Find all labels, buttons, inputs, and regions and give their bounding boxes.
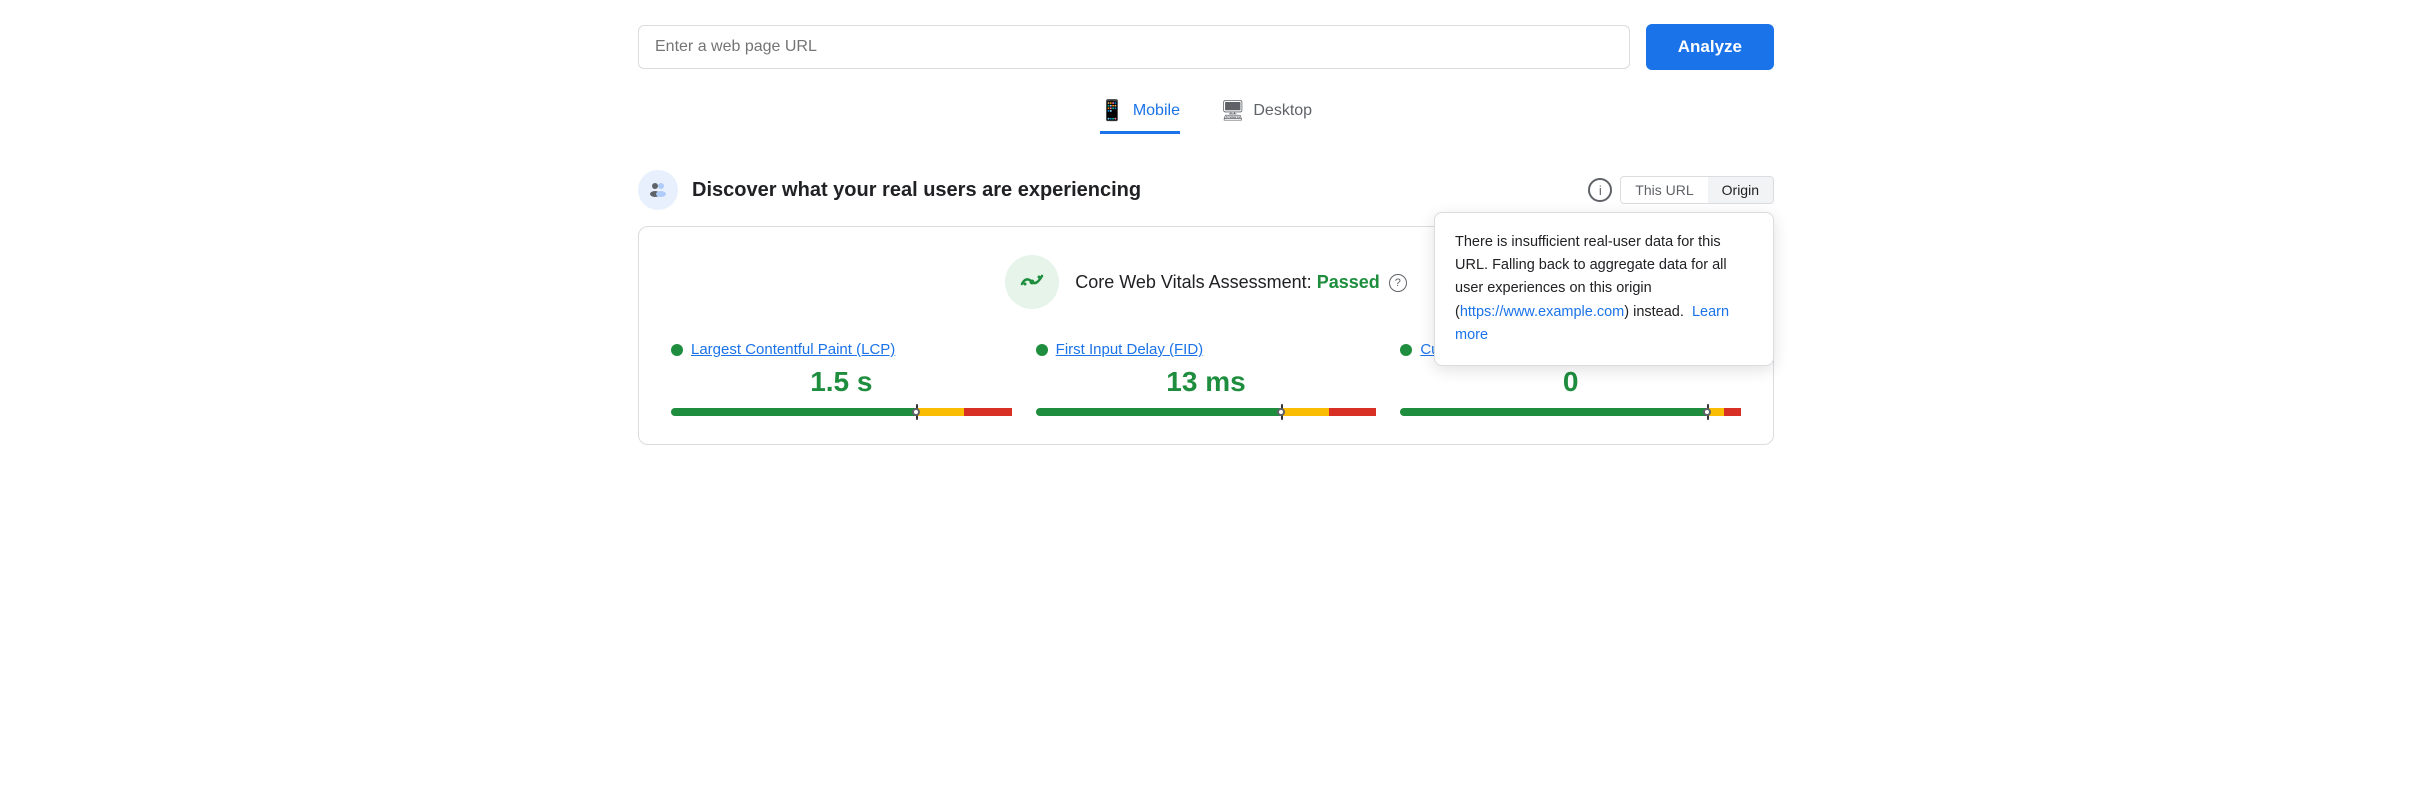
search-bar: https://www.example.com/page1 Analyze — [638, 24, 1774, 70]
metric-lcp-marker-dot — [912, 408, 920, 416]
metric-fid-marker-dot — [1277, 408, 1285, 416]
assessment-status: Passed — [1317, 272, 1380, 292]
bar-yellow-fid — [1281, 408, 1329, 416]
metric-cls-value: 0 — [1400, 366, 1741, 398]
metric-lcp-label[interactable]: Largest Contentful Paint (LCP) — [691, 341, 895, 358]
bar-green-lcp — [671, 408, 916, 416]
metric-cls-bar-fill — [1400, 408, 1741, 416]
device-tabs: 📱 Mobile 🖥 Desktop — [638, 98, 1774, 134]
section-title: Discover what your real users are experi… — [692, 179, 1141, 202]
bar-red-fid — [1329, 408, 1377, 416]
section-avatar-icon — [638, 170, 678, 210]
toggle-group: This URL Origin — [1620, 176, 1774, 204]
metric-cls-marker — [1707, 404, 1709, 420]
section-title-group: Discover what your real users are experi… — [638, 170, 1141, 210]
tab-desktop-label: Desktop — [1253, 102, 1312, 120]
assessment-text: Core Web Vitals Assessment: Passed ? — [1075, 272, 1407, 293]
mobile-icon: 📱 — [1100, 98, 1125, 123]
bar-green-cls — [1400, 408, 1707, 416]
tab-mobile-label: Mobile — [1133, 102, 1180, 120]
toggle-origin-button[interactable]: Origin — [1708, 177, 1773, 203]
metric-lcp-marker — [916, 404, 918, 420]
tooltip-text2: ) instead. — [1624, 304, 1684, 320]
assessment-label: Core Web Vitals Assessment: — [1075, 272, 1311, 292]
metric-fid-bar-fill — [1036, 408, 1377, 416]
metric-lcp-bar-fill — [671, 408, 1012, 416]
info-icon[interactable]: i — [1588, 178, 1612, 202]
analyze-button[interactable]: Analyze — [1646, 24, 1774, 70]
tab-mobile[interactable]: 📱 Mobile — [1100, 98, 1180, 134]
metric-cls-marker-dot — [1703, 408, 1711, 416]
url-input[interactable]: https://www.example.com/page1 — [638, 25, 1630, 69]
metric-fid-header: First Input Delay (FID) — [1036, 341, 1377, 358]
section-header: Discover what your real users are experi… — [638, 170, 1774, 210]
tooltip-box: There is insufficient real-user data for… — [1434, 212, 1774, 366]
metric-fid-bar — [1036, 408, 1377, 416]
metric-lcp-value: 1.5 s — [671, 366, 1012, 398]
toggle-this-url-button[interactable]: This URL — [1621, 177, 1707, 203]
metric-lcp: Largest Contentful Paint (LCP) 1.5 s — [671, 341, 1012, 416]
bar-green-fid — [1036, 408, 1281, 416]
metric-fid-label[interactable]: First Input Delay (FID) — [1056, 341, 1204, 358]
bar-red-cls — [1724, 408, 1741, 416]
bar-red-lcp — [964, 408, 1012, 416]
assessment-icon — [1005, 255, 1059, 309]
bar-yellow-lcp — [916, 408, 964, 416]
url-origin-group: i This URL Origin There is insufficient … — [1588, 176, 1774, 204]
metric-lcp-header: Largest Contentful Paint (LCP) — [671, 341, 1012, 358]
metric-fid-dot — [1036, 344, 1048, 356]
tab-desktop[interactable]: 🖥 Desktop — [1220, 98, 1312, 134]
metric-cls-dot — [1400, 344, 1412, 356]
desktop-icon: 🖥 — [1220, 98, 1245, 123]
metric-fid-value: 13 ms — [1036, 366, 1377, 398]
metric-cls-bar — [1400, 408, 1741, 416]
metric-lcp-bar — [671, 408, 1012, 416]
metric-fid: First Input Delay (FID) 13 ms — [1036, 341, 1377, 416]
tooltip-link[interactable]: https://www.example.com — [1460, 304, 1624, 320]
metric-fid-marker — [1281, 404, 1283, 420]
metric-lcp-dot — [671, 344, 683, 356]
assessment-help-icon[interactable]: ? — [1389, 274, 1407, 292]
